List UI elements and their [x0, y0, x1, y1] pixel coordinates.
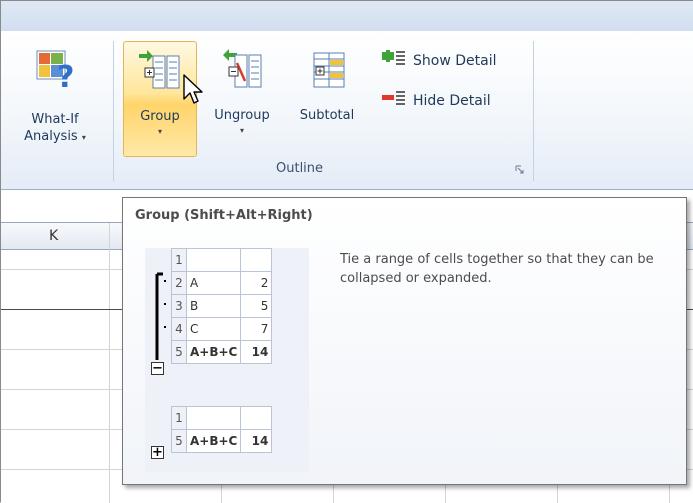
chevron-down-icon: ▾ — [157, 127, 162, 136]
row-label — [185, 248, 242, 272]
collapse-icon: − — [151, 361, 164, 376]
collapsed-outline-table: 1 5 A+B+C 14 — [171, 406, 273, 453]
what-if-label-2: Analysis — [24, 129, 78, 144]
chevron-down-icon: ▾ — [239, 126, 244, 135]
group-label: Group — [140, 109, 180, 124]
row-value — [240, 248, 273, 272]
ribbon-tab-strip — [1, 1, 693, 32]
excel-window: ? What-If Analysis ▾ Group ▾ Ungroup ▾ S… — [0, 0, 693, 503]
row-number: 3 — [171, 294, 187, 318]
column-divider — [109, 223, 110, 503]
row-value: 5 — [240, 294, 273, 318]
show-detail-icon — [381, 49, 413, 73]
row-label — [185, 406, 242, 430]
tooltip-illustration: − 1 2 A 2 3 B 5 4 C 7 5 A+B+C 14 1 5 A+B… — [145, 248, 309, 472]
row-number: 2 — [171, 271, 187, 295]
what-if-label-1: What-If — [31, 112, 79, 127]
group-separator — [533, 41, 534, 181]
expanded-outline-table: 1 2 A 2 3 B 5 4 C 7 5 A+B+C 14 — [171, 248, 273, 364]
subtotal-button[interactable]: Subtotal — [289, 41, 365, 141]
hide-detail-button[interactable]: Hide Detail — [381, 89, 491, 113]
group-separator — [113, 41, 114, 181]
subtotal-label: Subtotal — [299, 108, 355, 123]
row-value: 14 — [240, 340, 273, 364]
row-number: 1 — [171, 248, 187, 272]
hide-detail-label: Hide Detail — [413, 93, 491, 109]
row-number: 5 — [171, 340, 187, 364]
row-label: B — [185, 294, 242, 318]
group-tooltip: Group (Shift+Alt+Right) − 1 2 A 2 3 B 5 … — [122, 197, 687, 485]
tooltip-description: Tie a range of cells together so that th… — [340, 252, 654, 286]
row-value: 14 — [240, 429, 273, 453]
subtotal-icon — [302, 45, 352, 95]
what-if-analysis-icon: ? — [31, 43, 79, 95]
show-detail-label: Show Detail — [413, 53, 497, 69]
row-label: C — [185, 317, 242, 341]
dialog-launcher-icon[interactable] — [515, 165, 525, 175]
row-value — [240, 406, 273, 430]
expand-icon: + — [151, 445, 164, 460]
row-number: 4 — [171, 317, 187, 341]
tooltip-title: Group (Shift+Alt+Right) — [135, 208, 313, 223]
outline-group-label: Outline — [276, 161, 324, 176]
chevron-down-icon: ▾ — [81, 133, 86, 142]
outline-bracket-icon — [149, 272, 169, 364]
row-label: A — [185, 271, 242, 295]
ungroup-rows-icon — [217, 45, 267, 95]
show-detail-button[interactable]: Show Detail — [381, 49, 496, 73]
ungroup-label: Ungroup — [214, 108, 270, 123]
column-header-k[interactable]: K — [49, 228, 58, 244]
row-number: 5 — [171, 429, 187, 453]
svg-text:?: ? — [57, 60, 74, 93]
row-number: 1 — [171, 406, 187, 430]
what-if-analysis-button[interactable]: ? What-If Analysis ▾ — [3, 43, 107, 161]
row-label: A+B+C — [185, 429, 242, 453]
group-rows-icon — [135, 46, 185, 96]
row-label: A+B+C — [185, 340, 242, 364]
hide-detail-icon — [381, 89, 413, 113]
row-value: 2 — [240, 271, 273, 295]
row-value: 7 — [240, 317, 273, 341]
ungroup-button[interactable]: Ungroup ▾ — [201, 41, 283, 157]
